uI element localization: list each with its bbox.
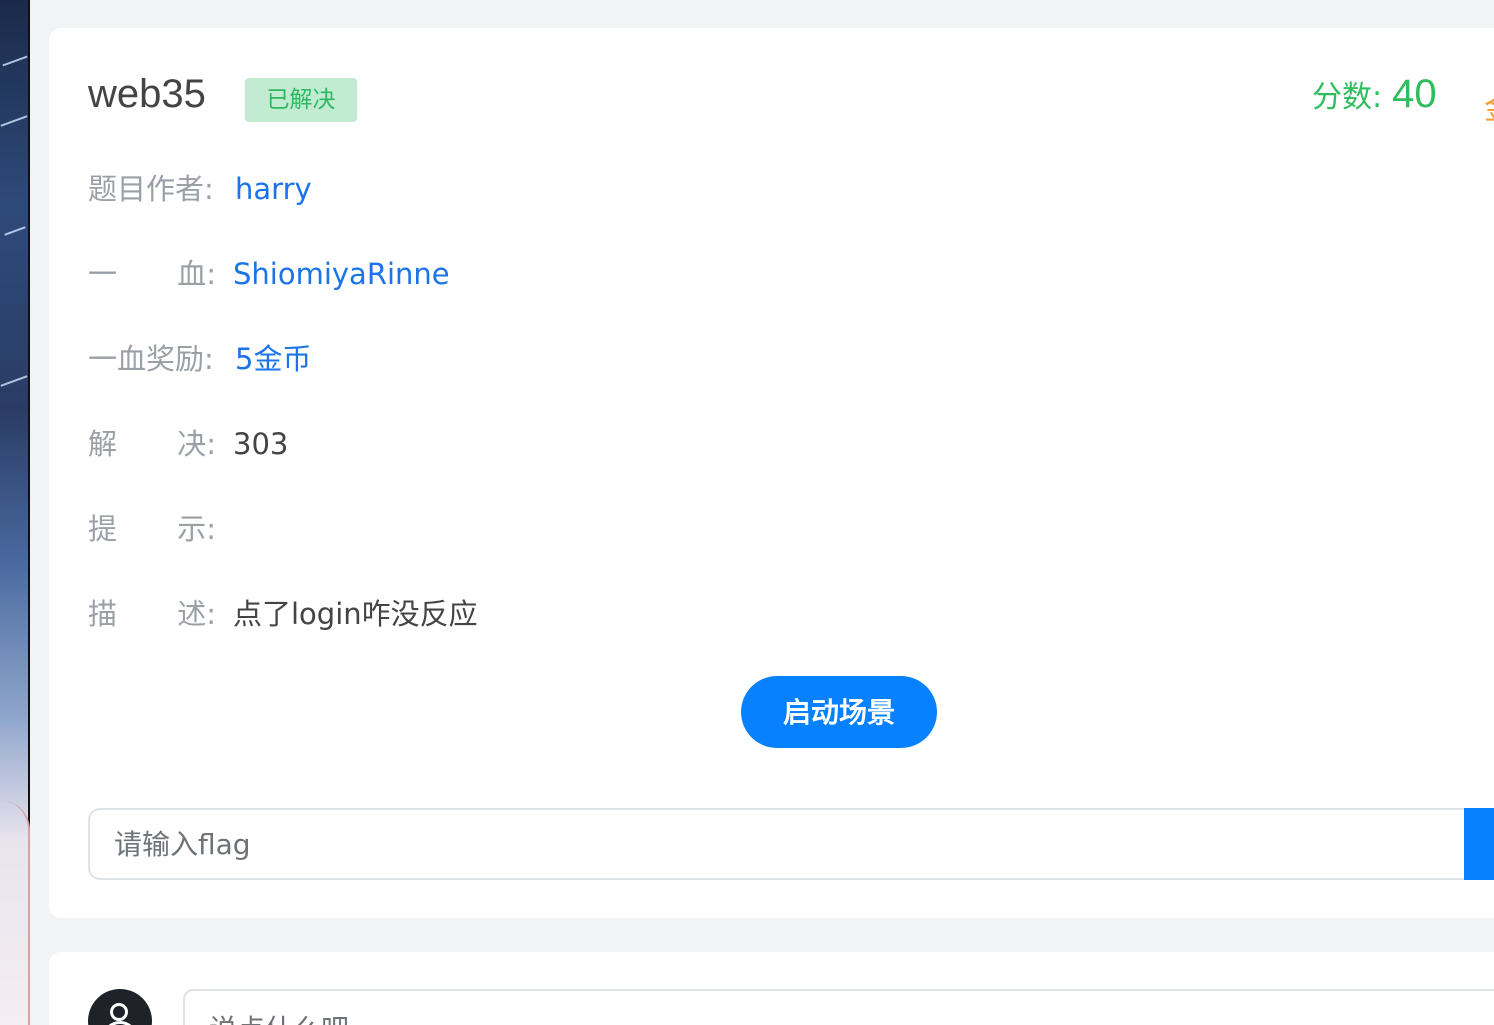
first-blood-reward-value: 5金币	[235, 342, 312, 376]
first-blood-user-link[interactable]: ShiomiyaRinne	[233, 254, 450, 294]
author-label: 题目作者:	[88, 172, 214, 206]
comment-input[interactable]	[183, 989, 1494, 1025]
detail-row-first-blood: 一血: ShiomiyaRinne	[88, 254, 450, 294]
hint-label: 提示:	[88, 512, 216, 546]
detail-row-author: 题目作者: harry	[88, 169, 312, 209]
start-scene-button[interactable]: 启动场景	[741, 676, 937, 748]
wallpaper-streak	[0, 375, 28, 387]
wallpaper-streak	[2, 55, 28, 67]
flag-input[interactable]	[88, 808, 1466, 880]
score-value: 40	[1392, 72, 1437, 116]
avatar-head-icon	[110, 1003, 128, 1021]
solves-value: 303	[233, 427, 289, 461]
status-badge: 已解决	[245, 78, 357, 122]
author-link[interactable]: harry	[235, 169, 312, 209]
score-extra-clipped: 金	[1484, 84, 1494, 128]
description-value: 点了login咋没反应	[233, 597, 478, 631]
avatar-body-icon	[102, 1021, 138, 1025]
solves-label: 解决:	[88, 427, 216, 461]
score-display: 分数: 40	[1312, 72, 1437, 117]
detail-row-hint: 提示:	[88, 509, 233, 549]
detail-row-description: 描述: 点了login咋没反应	[88, 594, 478, 634]
wallpaper-figure-outline	[0, 800, 30, 1025]
challenge-card	[49, 28, 1494, 918]
background-wallpaper	[0, 0, 30, 1025]
wallpaper-streak	[0, 115, 28, 127]
detail-row-solves: 解决: 303	[88, 424, 288, 464]
first-blood-reward-label: 一血奖励:	[88, 342, 214, 376]
detail-row-first-blood-reward: 一血奖励: 5金币	[88, 339, 311, 379]
score-label: 分数:	[1312, 80, 1383, 115]
flag-submit-button[interactable]	[1464, 808, 1494, 880]
description-label: 描述:	[88, 597, 216, 631]
first-blood-label: 一血:	[88, 257, 216, 291]
wallpaper-streak	[4, 226, 26, 236]
challenge-title: web35	[88, 72, 206, 116]
